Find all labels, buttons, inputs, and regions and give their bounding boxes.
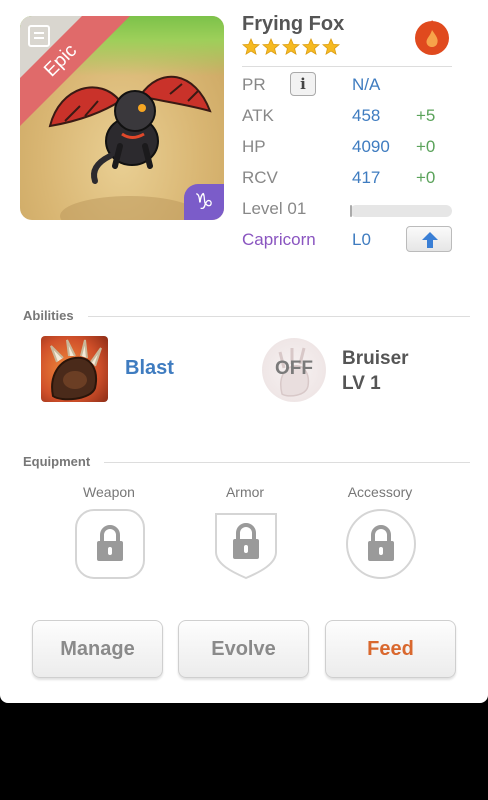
rcv-bonus: +0 (416, 168, 436, 187)
star-rating (242, 38, 340, 56)
rcv-label: RCV (242, 168, 278, 187)
hp-label: HP (242, 137, 266, 156)
header-divider (242, 66, 452, 67)
atk-label: ATK (242, 106, 274, 125)
atk-bonus: +5 (416, 106, 436, 125)
stat-row-hp: HP 4090 +0 (242, 137, 462, 161)
pr-label: PR (242, 75, 266, 94)
zodiac-upgrade-button[interactable] (406, 226, 452, 252)
fire-icon (415, 20, 449, 55)
accessory-slot-frame (346, 509, 416, 579)
claw-icon (50, 339, 102, 401)
weapon-slot[interactable] (74, 508, 146, 580)
monster-portrait[interactable]: Epic ♑ (20, 16, 224, 220)
stat-row-zodiac: Capricorn L0 (242, 226, 462, 254)
passive-ability-name: Bruiser LV 1 (342, 346, 409, 396)
manage-button[interactable]: Manage (32, 620, 163, 678)
star-icon (302, 38, 320, 55)
equipment-divider (104, 462, 470, 463)
passive-ability-icon[interactable]: OFF (262, 338, 326, 402)
level-progress-bar (350, 205, 452, 217)
atk-value: 458 (352, 106, 381, 125)
star-icon (282, 38, 300, 55)
zodiac-label: Capricorn (242, 230, 316, 249)
pr-value: N/A (352, 75, 381, 94)
level-label: Level 01 (242, 199, 307, 218)
stat-row-level: Level 01 (242, 199, 462, 223)
weapon-slot-frame (75, 509, 145, 579)
star-icon (322, 38, 340, 55)
passive-ability-level: LV 1 (342, 373, 381, 394)
abilities-heading: Abilities (23, 308, 74, 323)
accessory-label: Accessory (347, 484, 413, 500)
book-icon[interactable] (28, 25, 50, 47)
hp-value: 4090 (352, 137, 390, 156)
monster-detail-card: Epic ♑ Frying Fox PR i N/A ATK 458 +5 HP… (0, 0, 488, 703)
capricorn-zodiac-icon: ♑ (184, 184, 224, 220)
info-icon[interactable]: i (290, 72, 316, 96)
star-icon (262, 38, 280, 55)
passive-ability-title: Bruiser (342, 348, 409, 369)
hp-bonus: +0 (416, 137, 436, 156)
armor-label: Armor (225, 484, 265, 500)
monster-name: Frying Fox (242, 13, 345, 35)
accessory-slot[interactable] (345, 508, 417, 580)
abilities-divider (88, 316, 470, 317)
zodiac-level: L0 (352, 230, 371, 249)
evolve-button[interactable]: Evolve (178, 620, 309, 678)
stat-row-rcv: RCV 417 +0 (242, 168, 462, 192)
stat-row-pr: PR i N/A (242, 72, 462, 99)
equipment-heading: Equipment (23, 454, 91, 469)
active-ability-name[interactable]: Blast (125, 357, 174, 380)
feed-button[interactable]: Feed (325, 620, 456, 678)
stat-row-atk: ATK 458 +5 (242, 106, 462, 130)
armor-slot-frame (215, 513, 277, 580)
armor-slot[interactable] (210, 508, 282, 580)
star-icon (242, 38, 260, 55)
arrow-up-icon (422, 232, 438, 248)
rcv-value: 417 (352, 168, 381, 187)
passive-status: OFF (275, 358, 313, 379)
weapon-label: Weapon (83, 484, 135, 500)
level-progress-fill (350, 205, 353, 217)
active-ability-icon[interactable] (41, 336, 108, 402)
